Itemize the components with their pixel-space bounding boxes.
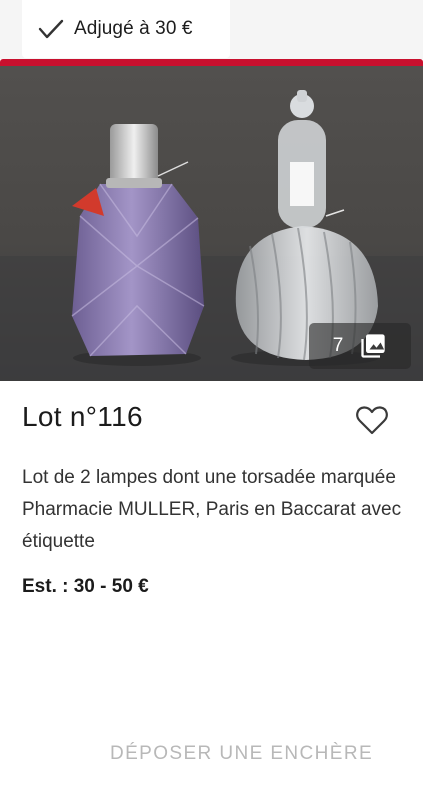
lot-title: Lot n°116: [22, 401, 143, 432]
heart-outline-icon: [355, 406, 389, 440]
place-bid-button[interactable]: DÉPOSER UNE ENCHÈRE: [0, 743, 423, 765]
photo-library-icon: [359, 332, 387, 360]
check-icon: [38, 18, 64, 40]
favorite-button[interactable]: [355, 404, 389, 436]
sold-status-label: Adjugé à 30 €: [74, 18, 193, 39]
lot-photo[interactable]: 7: [0, 66, 423, 381]
lot-card-page: Adjugé à 30 € 7 Lot n°116 Lot de 2 lampe…: [0, 0, 423, 800]
photo-count-badge[interactable]: 7: [309, 323, 411, 369]
lot-card[interactable]: 7 Lot n°116 Lot de 2 lampes dont une tor…: [0, 59, 423, 800]
accent-bar: [0, 59, 423, 66]
lot-estimate: Est. : 30 - 50 €: [22, 576, 149, 597]
photo-count: 7: [332, 335, 344, 356]
lot-description: Lot de 2 lampes dont une torsadée marqué…: [22, 467, 402, 552]
sold-status-tab: Adjugé à 30 €: [22, 0, 230, 58]
